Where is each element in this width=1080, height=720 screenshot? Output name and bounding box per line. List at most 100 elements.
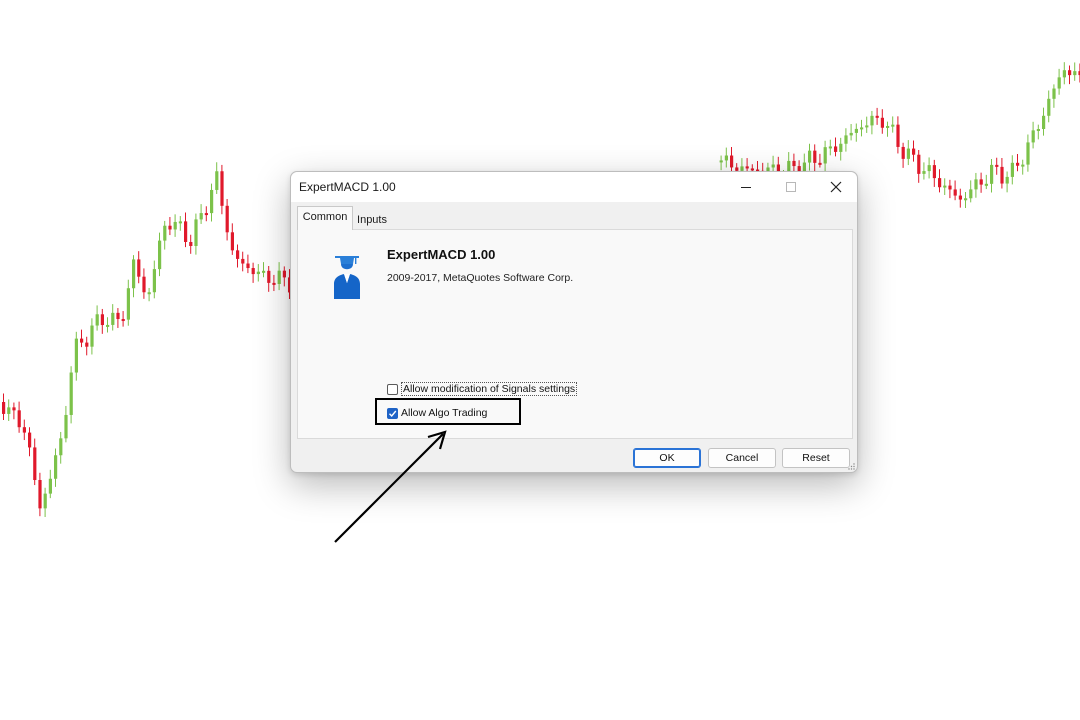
maximize-button[interactable]: [768, 172, 814, 202]
candle-body: [953, 189, 957, 196]
candle-body: [834, 146, 838, 152]
candle-body: [891, 124, 895, 127]
resize-grip-icon[interactable]: [847, 462, 855, 470]
candle-body: [979, 179, 983, 185]
candle-body: [839, 143, 843, 152]
candle-body: [90, 325, 94, 347]
candle-body: [719, 160, 723, 163]
candle-body: [28, 432, 32, 448]
candle-body: [132, 259, 136, 289]
candle-body: [1000, 166, 1004, 184]
expert-copyright: 2009-2017, MetaQuotes Software Corp.: [387, 272, 574, 284]
minimize-icon: [741, 187, 751, 188]
candle-body: [995, 164, 999, 167]
candle-body: [948, 185, 952, 190]
candle-body: [178, 221, 182, 224]
candle-body: [163, 225, 167, 241]
candle-body: [59, 438, 63, 456]
candle-body: [854, 128, 858, 133]
candle-body: [1036, 129, 1040, 132]
tab-inputs[interactable]: Inputs: [355, 208, 389, 230]
candle-body: [251, 268, 255, 275]
candle-body: [2, 402, 6, 414]
candle-body: [943, 185, 947, 188]
candle-body: [64, 414, 68, 439]
candle-body: [818, 162, 822, 165]
candle-body: [958, 195, 962, 200]
candle-body: [1073, 71, 1077, 76]
maximize-icon: [786, 182, 796, 192]
candle-body: [896, 124, 900, 147]
candle-body: [210, 189, 214, 214]
candle-body: [969, 189, 973, 199]
candle-body: [33, 447, 37, 481]
candle-body: [106, 324, 110, 327]
candle-body: [230, 232, 234, 251]
candle-body: [771, 164, 775, 168]
candle-body: [808, 150, 812, 163]
tab-common[interactable]: Common: [297, 206, 353, 230]
candle-body: [823, 147, 827, 164]
candle-body: [220, 171, 224, 206]
candle-body: [1052, 88, 1056, 99]
candle-body: [267, 270, 271, 283]
candle-body: [901, 146, 905, 159]
candle-body: [282, 270, 286, 278]
candle-body: [860, 127, 864, 130]
candle-body: [241, 258, 245, 264]
candle-body: [849, 132, 853, 136]
candle-body: [724, 155, 728, 161]
candle-body: [256, 271, 260, 275]
candle-body: [813, 150, 817, 163]
expert-properties-dialog: ExpertMACD 1.00 Common Inputs ExpertMACD…: [290, 171, 858, 473]
candle-body: [74, 338, 78, 373]
candle-body: [272, 282, 276, 285]
candle-body: [745, 166, 749, 169]
candle-body: [844, 135, 848, 144]
candle-body: [12, 407, 16, 411]
candle-body: [43, 493, 47, 509]
candle-body: [48, 478, 52, 494]
candle-body: [974, 179, 978, 190]
signals-settings-label: Allow modification of Signals settings: [401, 382, 578, 396]
candle-body: [938, 178, 942, 188]
cancel-button[interactable]: Cancel: [708, 448, 776, 468]
reset-button[interactable]: Reset: [782, 448, 850, 468]
candle-body: [204, 213, 208, 216]
candle-body: [199, 213, 203, 220]
candle-body: [912, 148, 916, 155]
candle-body: [121, 319, 125, 322]
minimize-button[interactable]: [723, 172, 769, 202]
ok-button[interactable]: OK: [633, 448, 701, 468]
candle-body: [189, 241, 193, 247]
candle-body: [111, 312, 115, 325]
candle-body: [964, 198, 968, 201]
dialog-titlebar[interactable]: ExpertMACD 1.00: [291, 172, 857, 202]
candle-body: [922, 171, 926, 174]
candle-body: [984, 183, 988, 186]
candle-body: [17, 410, 21, 428]
candle-body: [906, 148, 910, 159]
graduate-icon: [334, 256, 360, 299]
candle-body: [880, 117, 884, 128]
candle-body: [95, 314, 99, 326]
candle-body: [147, 292, 151, 295]
candle-body: [1021, 164, 1025, 167]
candle-body: [277, 270, 281, 285]
candle-body: [1057, 77, 1061, 89]
candle-body: [100, 314, 104, 326]
candle-body: [1005, 176, 1009, 184]
candle-body: [184, 221, 188, 242]
candle-body: [927, 165, 931, 172]
candle-body: [875, 115, 879, 118]
signals-settings-option[interactable]: Allow modification of Signals settings: [387, 381, 578, 397]
close-button[interactable]: [813, 172, 859, 202]
signals-settings-checkbox[interactable]: [387, 383, 398, 395]
dialog-title: ExpertMACD 1.00: [299, 180, 396, 194]
candle-body: [792, 160, 796, 167]
highlight-box: [375, 398, 521, 425]
candle-body: [1062, 70, 1066, 78]
candle-body: [1016, 162, 1020, 166]
candle-body: [85, 342, 89, 347]
candle-body: [225, 205, 229, 233]
